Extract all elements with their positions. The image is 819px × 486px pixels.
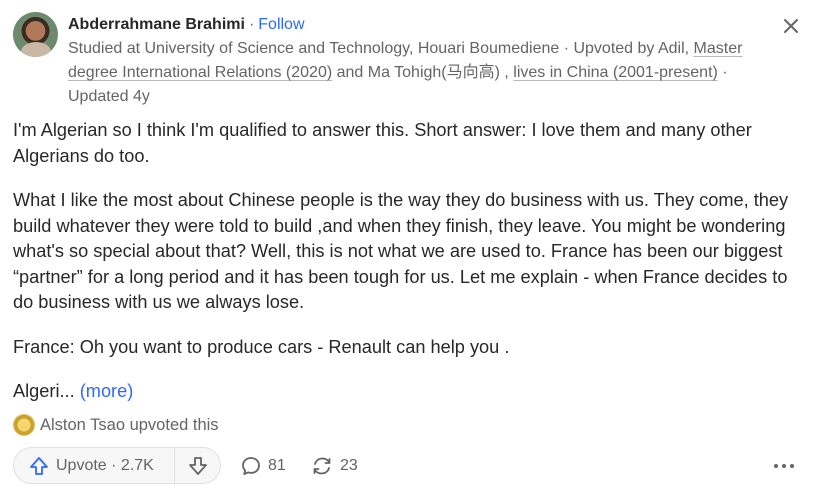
- separator-dot: ·: [248, 16, 255, 33]
- share-cycle-icon: [313, 457, 331, 474]
- answer-header: Abderrahmane Brahimi · Follow Studied at U…: [13, 12, 803, 108]
- comment-button[interactable]: 81: [240, 447, 286, 484]
- comment-bubble-icon: [242, 456, 260, 475]
- upvoter-avatar[interactable]: [13, 414, 35, 436]
- upvoted-by-row: Alston Tsao upvoted this: [13, 413, 219, 437]
- separator-dot: ·: [106, 456, 121, 474]
- share-count: 23: [340, 456, 358, 474]
- answer-body: I'm Algerian so I think I'm qualified to…: [13, 118, 803, 424]
- answer-truncated: Algeri... (more): [13, 379, 803, 405]
- truncated-text: Algeri...: [13, 381, 75, 401]
- author-line: Abderrahmane Brahimi · Follow: [68, 15, 305, 35]
- upvote-count: 2.7K: [120, 456, 154, 474]
- downvote-arrow-icon: [188, 456, 207, 475]
- upvoted-by-text[interactable]: Alston Tsao upvoted this: [40, 416, 219, 435]
- answer-paragraph: I'm Algerian so I think I'm qualified to…: [13, 120, 752, 166]
- more-options-button[interactable]: [773, 447, 795, 484]
- follow-link[interactable]: Follow: [258, 16, 304, 33]
- author-name[interactable]: Abderrahmane Brahimi: [68, 16, 245, 33]
- more-link[interactable]: (more): [80, 381, 134, 401]
- action-bar: Upvote · 2.7K 81 23: [13, 447, 803, 484]
- upvote-button[interactable]: Upvote · 2.7K: [14, 448, 174, 483]
- close-button[interactable]: [779, 14, 803, 38]
- upvote-arrow-icon: [30, 456, 48, 475]
- downvote-button[interactable]: [175, 448, 220, 483]
- answer-paragraph: France: Oh you want to produce cars - Re…: [13, 336, 510, 357]
- share-button[interactable]: 23: [310, 447, 358, 484]
- author-avatar[interactable]: [13, 12, 58, 57]
- credential-link-china[interactable]: lives in China (2001-present): [513, 64, 718, 81]
- author-credentials: Studied at University of Science and Tec…: [68, 37, 788, 109]
- more-dots-icon: [774, 463, 794, 468]
- answer-paragraph: What I like the most about Chinese peopl…: [13, 190, 789, 312]
- upvote-label: Upvote: [56, 456, 107, 474]
- close-icon: [784, 19, 798, 33]
- comment-count: 81: [268, 456, 286, 474]
- vote-pill: Upvote · 2.7K: [13, 447, 221, 484]
- credential-mid: and Ma Tohigh(马向高) ,: [332, 64, 514, 81]
- credential-intro: Studied at University of Science and Tec…: [68, 40, 694, 57]
